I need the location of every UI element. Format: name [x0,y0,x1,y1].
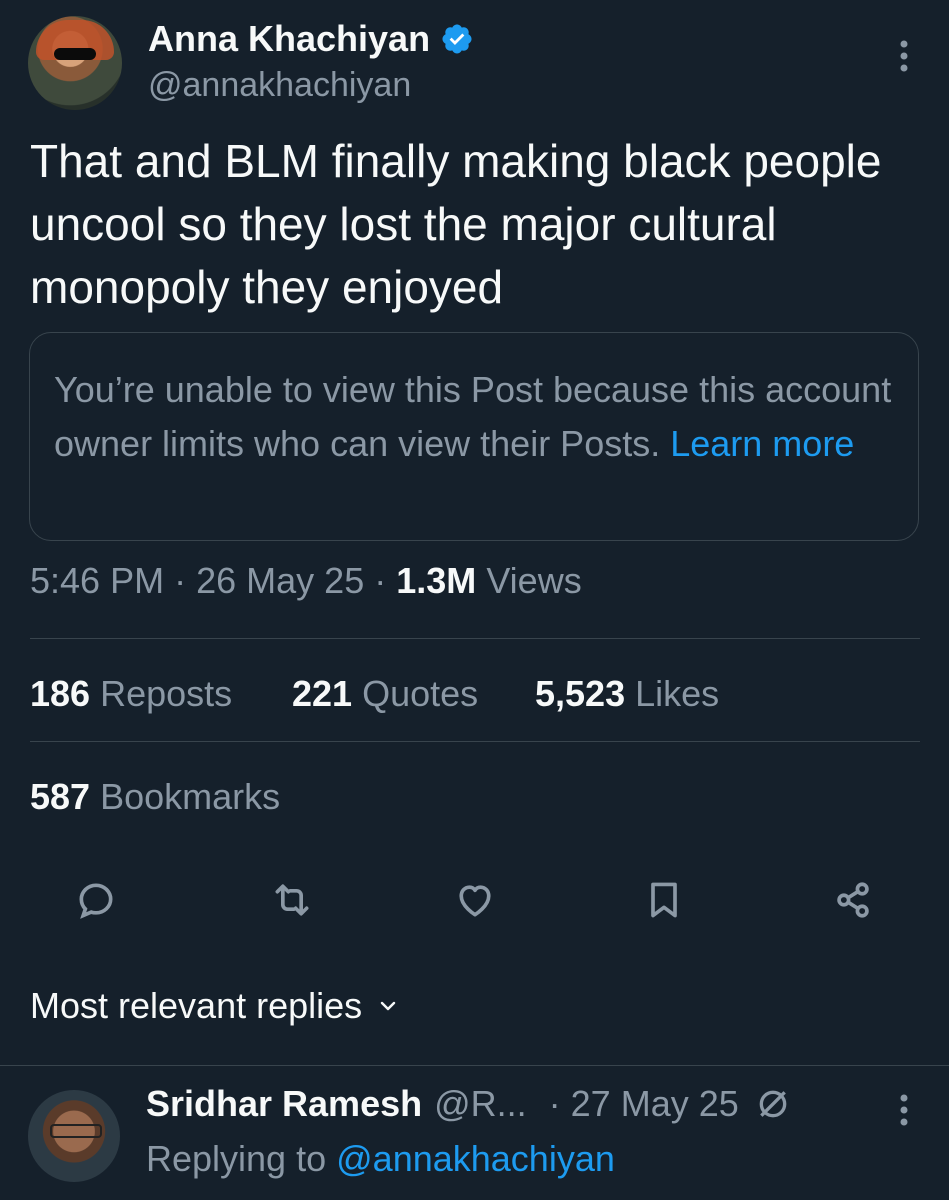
author-name[interactable]: Anna Khachiyan [148,18,430,60]
quotes-count: 221 [292,673,353,714]
reposts-label: Reposts [100,673,233,714]
reply-button[interactable] [66,870,126,930]
reposts-count: 186 [30,673,91,714]
repost-icon [275,884,309,916]
section-divider [0,1065,949,1066]
avatar-glasses [50,1124,102,1138]
like-button[interactable] [445,870,505,930]
author-name-row[interactable]: Anna Khachiyan [148,18,474,60]
learn-more-link[interactable]: Learn more [670,423,854,464]
views-count: 1.3M [396,560,477,601]
reply-header: Sridhar Ramesh @R... · 27 May 25 [146,1083,793,1125]
meta-separator: · [174,560,187,601]
reply-avatar[interactable] [28,1090,120,1182]
chevron-down-icon [380,1001,396,1011]
likes-label: Likes [635,673,720,714]
likes-stat[interactable]: 5,523 Likes [535,673,719,715]
tweet-date[interactable]: 26 May 25 [196,560,364,601]
bookmarks-count: 587 [30,776,91,817]
replying-to-handle[interactable]: @annakhachiyan [336,1138,615,1179]
divider [30,638,920,639]
like-icon [459,885,491,917]
repost-button[interactable] [262,870,322,930]
views-label: Views [486,560,582,601]
bookmarks-stat[interactable]: 587 Bookmarks [30,776,280,818]
replying-to-label: Replying to [146,1138,327,1179]
share-icon [837,882,869,918]
quotes-label: Quotes [362,673,479,714]
bookmark-button[interactable] [634,870,694,930]
meta-separator: · [374,560,387,601]
reply-author-name[interactable]: Sridhar Ramesh [146,1083,422,1125]
reposts-stat[interactable]: 186 Reposts [30,673,232,715]
tweet-text: That and BLM finally making black people… [30,135,882,313]
reply-author-handle[interactable]: @R... [434,1083,527,1125]
avatar-sunglasses [54,48,96,60]
tweet-time[interactable]: 5:46 PM [30,560,164,601]
bookmarks-label: Bookmarks [100,776,281,817]
bookmark-icon [651,882,677,918]
share-button[interactable] [823,870,883,930]
reply-date[interactable]: · 27 May 25 [549,1083,739,1125]
tweet-meta: 5:46 PM · 26 May 25 · 1.3M Views [30,560,582,602]
reply-more-options-icon[interactable] [884,1090,924,1140]
unavailable-quote-box: You’re unable to view this Post because … [29,332,919,541]
replies-sort-label: Most relevant replies [30,985,363,1026]
replying-to: Replying to @annakhachiyan [146,1138,615,1180]
replies-sort-dropdown[interactable]: Most relevant replies [30,985,400,1027]
limited-visibility-icon [759,1090,787,1118]
quotes-stat[interactable]: 221 Quotes [292,673,478,715]
author-handle[interactable]: @annakhachiyan [148,66,411,105]
divider [30,741,920,742]
likes-count: 5,523 [535,673,626,714]
more-options-icon[interactable] [884,36,924,86]
author-avatar[interactable] [28,16,122,110]
reply-icon [79,883,113,919]
verified-badge-icon [442,24,472,54]
